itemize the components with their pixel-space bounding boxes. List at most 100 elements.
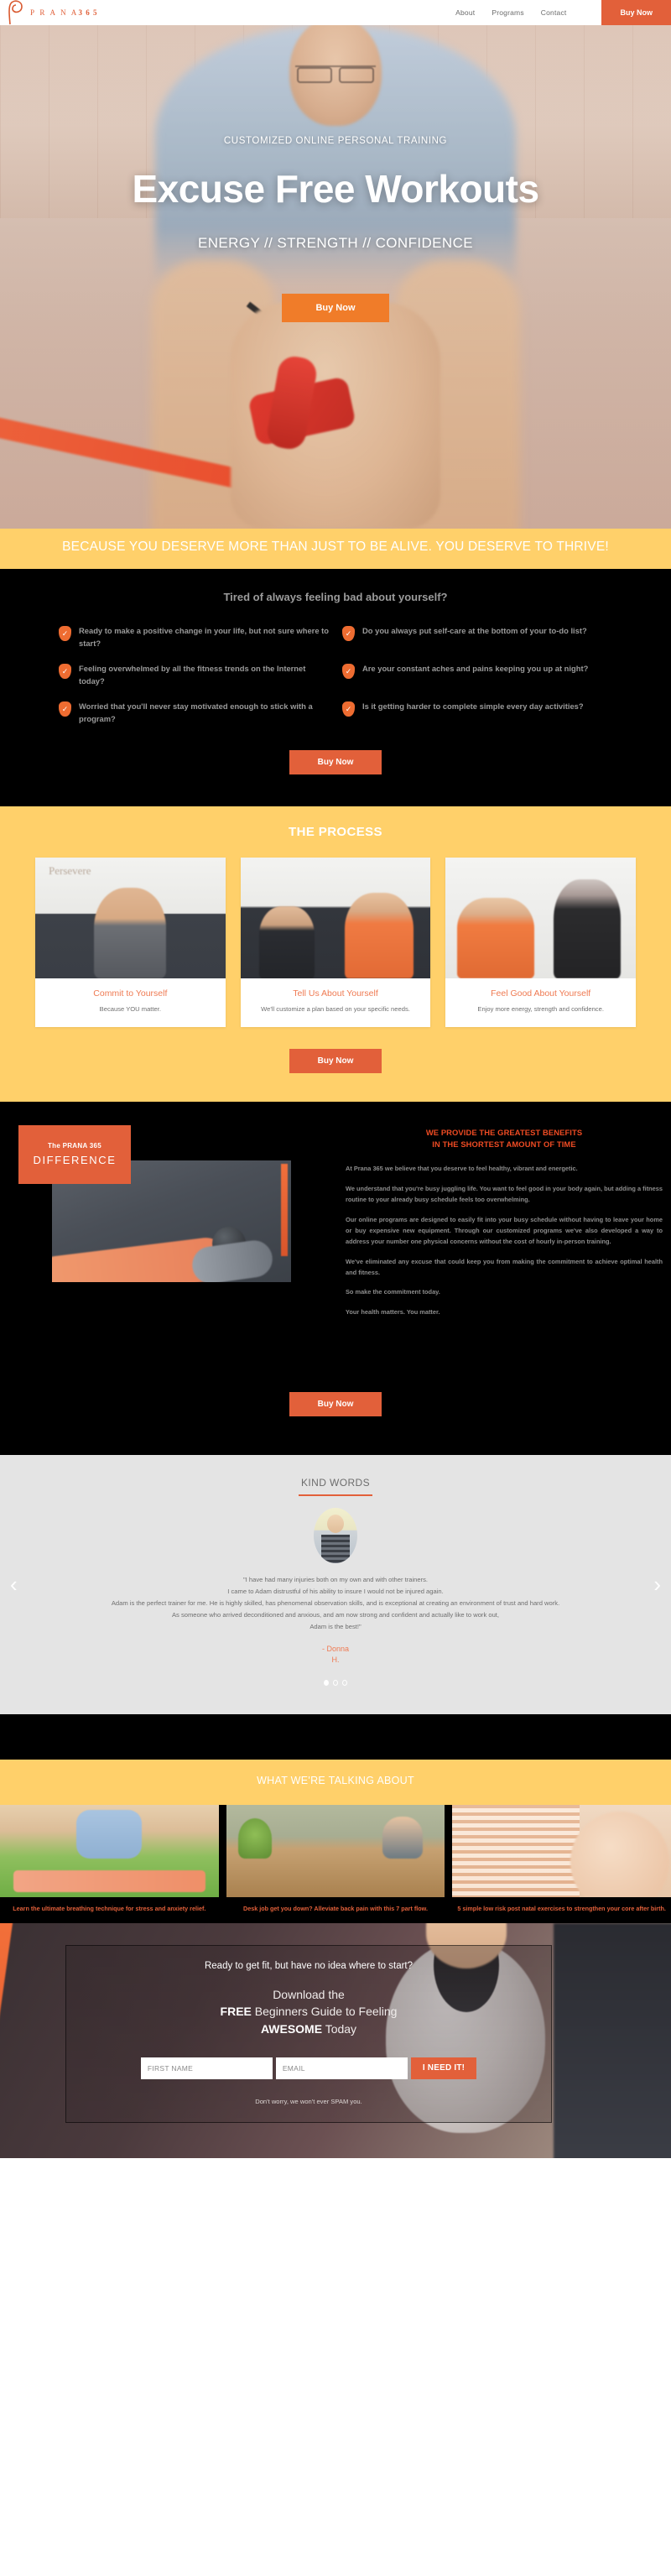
cta-download-headline: Download the FREE Beginners Guide to Fee… [221,1986,398,2037]
landing-page: P R A N A3 6 5 About Programs Contact Bu… [0,0,671,2158]
checklist-item-text: Is it getting harder to complete simple … [362,701,584,712]
process-card-title: Feel Good About Yourself [491,988,591,999]
testimonial-footer-spacer [0,1713,671,1760]
testimonial-section: KIND WORDS "I have had many injuries bot… [0,1454,671,1714]
blog-post-card[interactable]: 5 simple low risk post natal exercises t… [452,1804,671,1923]
hero-section: CUSTOMIZED ONLINE PERSONAL TRAINING Excu… [0,25,671,529]
nav-item-programs[interactable]: Programs [492,8,523,17]
difference-copy: WE PROVIDE THE GREATEST BENEFITS IN THE … [346,1125,663,1377]
carousel-prev-arrow-icon[interactable]: ‹ [10,1573,18,1595]
process-card-image [445,858,636,979]
cta-free-label: FREE [220,2005,252,2019]
i-need-it-button[interactable]: I NEED IT! [410,2057,477,2079]
checklist-item-text: Feeling overwhelmed by all the fitness t… [79,664,306,686]
checklist-item: ✓ Ready to make a positive change in you… [59,625,329,649]
hero-eyebrow: CUSTOMIZED ONLINE PERSONAL TRAINING [223,136,448,146]
process-card-desc: We'll customize a plan based on your spe… [261,1005,410,1014]
difference-visual: The PRANA 365 DIFFERENCE [8,1124,336,1377]
difference-paragraph: Your health matters. You matter. [346,1308,440,1317]
carousel-dot[interactable] [342,1679,347,1686]
check-icon: ✓ [59,626,71,641]
difference-badge-large: DIFFERENCE [33,1154,117,1167]
checklist-item: ✓ Feeling overwhelmed by all the fitness… [59,663,329,687]
testimonial-avatar [314,1507,357,1563]
spam-disclaimer: Don't worry, we won't ever SPAM you. [255,2097,362,2105]
difference-paragraph: Our online programs are designed to easi… [346,1215,663,1245]
header-buy-now-button[interactable]: Buy Now [601,0,671,25]
testimonial-quote: "I have had many injuries both on my own… [111,1575,560,1630]
carousel-dot[interactable] [333,1679,338,1686]
process-cta-wrap: Buy Now [0,1048,671,1073]
hero-subtitle: ENERGY // STRENGTH // CONFIDENCE [198,235,473,251]
checklist-item: ✓ Are your constant aches and pains keep… [342,663,612,687]
process-card[interactable]: Tell Us About Yourself We'll customize a… [240,858,431,1027]
process-buy-now-button[interactable]: Buy Now [289,1048,382,1073]
cta-download-line1: Download the [273,1988,345,2001]
testimonial-author: - Donna H. [321,1644,350,1665]
main-nav: About Programs Contact Buy Now [455,0,671,25]
thrive-banner: BECAUSE YOU DESERVE MORE THAN JUST TO BE… [0,529,671,569]
nav-item-contact[interactable]: Contact [541,8,567,17]
checklist-item: ✓ Worried that you'll never stay motivat… [59,701,329,725]
blog-heading: WHAT WE'RE TALKING ABOUT [0,1759,671,1805]
blog-post-image [452,1804,671,1897]
carousel-dot[interactable] [324,1679,329,1686]
process-card[interactable]: Commit to Yourself Because YOU matter. [35,858,226,1027]
process-cards: Commit to Yourself Because YOU matter. T… [35,858,636,1027]
site-header: P R A N A3 6 5 About Programs Contact Bu… [0,0,671,25]
nav-item-about[interactable]: About [455,8,475,17]
check-icon: ✓ [59,701,71,717]
process-card-image [35,858,226,979]
brand-logo[interactable]: P R A N A3 6 5 [0,0,97,25]
blog-post-caption: Learn the ultimate breathing technique f… [13,1904,206,1912]
cta-question: Ready to get fit, but have no idea where… [204,1961,414,1971]
email-field[interactable] [275,2057,408,2079]
blog-post-card[interactable]: Desk job get you down? Alleviate back pa… [226,1804,445,1923]
checklist-item: ✓ Is it getting harder to complete simpl… [342,701,612,725]
difference-badge-small: The PRANA 365 [47,1142,102,1150]
blog-post-image [0,1804,219,1897]
blog-grid: Learn the ultimate breathing technique f… [0,1804,671,1923]
process-card-image [240,858,431,979]
process-card-title: Tell Us About Yourself [293,988,378,999]
process-card-title: Commit to Yourself [93,988,168,999]
hero-buy-now-button[interactable]: Buy Now [282,294,389,322]
process-card-desc: Enjoy more energy, strength and confiden… [477,1005,604,1014]
pain-points-grid: ✓ Ready to make a positive change in you… [59,625,612,725]
blog-post-card[interactable]: Learn the ultimate breathing technique f… [0,1804,219,1923]
pain-points-heading: Tired of always feeling bad about yourse… [223,591,448,603]
check-icon: ✓ [342,701,355,717]
hero-content: CUSTOMIZED ONLINE PERSONAL TRAINING Excu… [0,25,671,322]
carousel-next-arrow-icon[interactable]: › [653,1573,661,1595]
checklist-item-text: Ready to make a positive change in your … [79,626,329,648]
blog-post-caption: Desk job get you down? Alleviate back pa… [243,1904,428,1912]
process-card[interactable]: Feel Good About Yourself Enjoy more ener… [445,858,636,1027]
checklist-buy-now-button[interactable]: Buy Now [289,750,382,775]
first-name-field[interactable] [140,2057,273,2079]
cta-awesome-label: AWESOME [260,2021,323,2036]
difference-badge: The PRANA 365 DIFFERENCE [18,1124,131,1184]
cta-download-line3: Today [322,2021,357,2036]
prana-p-logo-icon [7,0,25,25]
process-card-desc: Because YOU matter. [99,1005,161,1014]
difference-heading: WE PROVIDE THE GREATEST BENEFITS IN THE … [346,1127,663,1150]
pain-points-section: Tired of always feeling bad about yourse… [0,569,671,807]
checklist-item-text: Are your constant aches and pains keepin… [362,664,589,674]
cta-download-line2: Beginners Guide to Feeling [251,2005,398,2019]
checklist-item-text: Worried that you'll never stay motivated… [79,701,313,723]
difference-buy-now-button[interactable]: Buy Now [289,1391,382,1416]
blog-post-caption: 5 simple low risk post natal exercises t… [457,1904,666,1912]
lead-capture-form: I NEED IT! [140,2057,477,2079]
check-icon: ✓ [342,626,355,641]
hero-title: Excuse Free Workouts [132,167,539,211]
difference-cta-wrap: Buy Now [0,1391,671,1416]
checklist-item: ✓ Do you always put self-care at the bot… [342,625,612,649]
difference-paragraph: So make the commitment today. [346,1288,440,1296]
difference-heading-line2: IN THE SHORTEST AMOUNT OF TIME [432,1139,576,1149]
checklist-cta-wrap: Buy Now [0,750,671,775]
difference-heading-line1: WE PROVIDE THE GREATEST BENEFITS [425,1127,583,1137]
blog-post-image [226,1804,445,1897]
testimonial-dots [0,1679,671,1686]
check-icon: ✓ [342,664,355,680]
process-section: THE PROCESS Commit to Yourself Because Y… [0,806,671,1102]
